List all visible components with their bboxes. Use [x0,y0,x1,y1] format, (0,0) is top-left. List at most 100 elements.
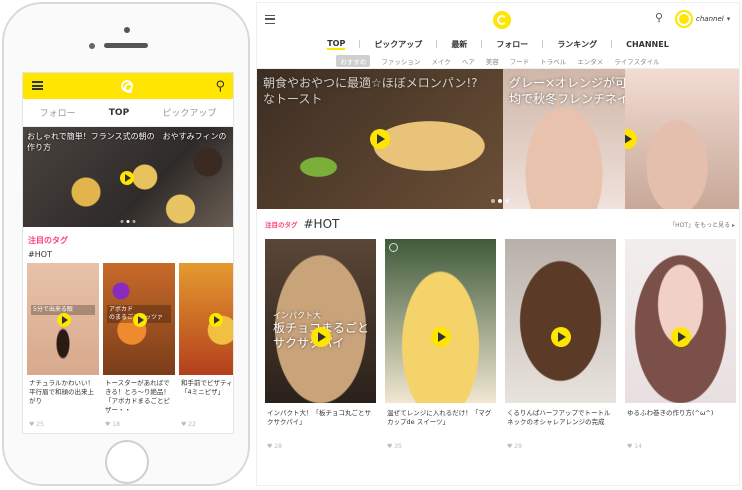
featured-slide[interactable]: 朝食やおやつに最適☆ほぼメロンパン!? なトースト [257,69,503,209]
category-entertainment[interactable]: エンタメ [577,56,603,66]
featured-slide[interactable]: グレー×オレンジが可愛いんです。100 均で秋冬フレンチネイル [503,69,625,209]
dot-active[interactable] [126,220,130,223]
like-number: 29 [514,443,522,450]
see-more-link[interactable]: 「HOT」をもっと見る ▸ [669,220,735,229]
nav-channel[interactable]: CHANNEL [626,40,669,49]
category-food[interactable]: フード [510,56,530,66]
article-card[interactable]: 5分で出来る眼 ナチュラルかわいい！平行眉で和顔の出来上がり ♥ 25 [27,263,99,428]
nav-ranking[interactable]: ランキング [557,39,597,50]
like-count: ♥ 35 [387,443,402,450]
like-number: 35 [394,443,402,450]
article-thumbnail: インパクト大 板チョコまるごと サクサクパイ [265,239,376,403]
dot[interactable] [132,220,136,223]
nav-latest[interactable]: 最新 [451,39,467,50]
avatar [675,10,693,28]
featured-slider: 朝食やおやつに最適☆ほぼメロンパン!? なトースト グレー×オレンジが可愛いんで… [257,69,739,209]
article-thumbnail: アボカド のまるごとピッツァ [103,263,175,375]
app-logo[interactable] [493,11,511,29]
like-number: 14 [634,443,642,450]
hashtag[interactable]: #HOT [304,217,340,231]
dot[interactable] [120,220,124,223]
article-caption: ナチュラルかわいい！平行眉で和顔の出来上がり [29,379,94,405]
featured-slide[interactable] [625,69,739,209]
nav-pickup[interactable]: ピックアップ [374,39,422,50]
menu-icon[interactable] [32,81,43,90]
article-caption: 温ぜてレンジに入れるだけ！「マグカップde スイーツ」 [387,409,492,426]
category-nav: おすすめ ファッション メイク ヘア 美容 フード トラベル エンタメ ライフス… [257,53,739,69]
nav-divider [611,40,613,48]
speaker-grille [104,43,148,48]
category-lifestyle[interactable]: ライフスタイル [614,56,660,66]
play-icon[interactable] [120,171,134,185]
play-icon[interactable] [551,327,571,347]
tab-pickup[interactable]: ピックアップ [162,106,216,119]
article-thumbnail [505,239,616,403]
play-icon[interactable] [431,327,451,347]
like-count: ♥ 14 [627,443,642,450]
account-menu[interactable]: channel ▾ [675,10,730,28]
app-logo[interactable] [119,78,135,94]
category-travel[interactable]: トラベル [540,56,566,66]
play-icon[interactable] [57,313,71,327]
play-icon[interactable] [370,129,390,149]
play-icon[interactable] [133,313,147,327]
main-nav: TOP ピックアップ 最新 フォロー ランキング CHANNEL [257,35,739,53]
like-number: 28 [274,443,282,450]
smartphone-frame: ⚲ フォロー TOP ピックアップ おしゃれで簡単！フランス式の朝の おやすみフ… [2,2,250,486]
dot[interactable] [505,199,509,203]
article-card[interactable]: 和手前でピザティー！「4ミニピザ」 ♥ 22 [179,263,233,428]
hashtag[interactable]: #HOT [23,248,233,263]
like-count: ♥ 18 [105,421,120,428]
sensor-icon [89,43,95,49]
nav-top[interactable]: TOP [327,39,346,50]
article-card[interactable]: インパクト大 板チョコまるごと サクサクパイ インパクト大！「板チョコ丸ごとサク… [265,239,376,450]
article-card[interactable]: くるりんぱハーフアップでトートルネックのオシャレアレンジの完成 ♥ 29 [505,239,616,450]
article-thumbnail [625,239,736,403]
slide-title: 朝食やおやつに最適☆ほぼメロンパン!? なトースト [263,76,478,106]
play-icon[interactable] [671,327,691,347]
hero-slide[interactable]: おしゃれで簡単！フランス式の朝の おやすみフィンの作り方 [23,127,233,227]
like-number: 25 [36,421,44,428]
web-header: ⚲ channel ▾ [257,3,739,35]
card-list: 5分で出来る眼 ナチュラルかわいい！平行眉で和顔の出来上がり ♥ 25 アボカド… [23,263,233,428]
nav-follow[interactable]: フォロー [496,39,528,50]
like-count: ♥ 29 [507,443,522,450]
nav-divider [542,40,544,48]
tab-top[interactable]: TOP [109,108,129,118]
search-icon[interactable]: ⚲ [655,11,663,24]
play-icon[interactable] [209,313,223,327]
tag-heading: 注目のタグ [265,221,298,229]
nav-divider [359,40,361,48]
article-thumbnail: 5分で出来る眼 [27,263,99,375]
phone-screen: ⚲ フォロー TOP ピックアップ おしゃれで簡単！フランス式の朝の おやすみフ… [22,72,234,434]
dot-active[interactable] [498,199,502,203]
like-count: ♥ 28 [267,443,282,450]
home-button[interactable] [105,440,149,484]
dot[interactable] [491,199,495,203]
article-card[interactable]: アボカド のまるごとピッツァ トースターがあればできる！とろ～り絶品！「アボカド… [103,263,175,428]
article-caption: ゆるふわ巻きの作り方(^ω^) [627,409,714,417]
article-thumbnail [179,263,233,375]
menu-icon[interactable] [265,15,275,24]
tag-heading: 注目のタグ [28,236,68,245]
category-recommended[interactable]: おすすめ [336,54,371,67]
play-icon[interactable] [311,327,331,347]
article-card[interactable]: 温ぜてレンジに入れるだけ！「マグカップde スイーツ」 ♥ 35 [385,239,496,450]
tag-section-header: 注目のタグ #HOT 「HOT」をもっと見る ▸ [257,209,739,239]
nav-divider [481,40,483,48]
play-icon[interactable] [625,129,637,149]
card-grid: インパクト大 板チョコまるごと サクサクパイ インパクト大！「板チョコ丸ごとサク… [257,239,739,450]
category-makeup[interactable]: メイク [431,56,450,66]
chevron-down-icon: ▾ [726,15,731,23]
web-page: ⚲ channel ▾ TOP ピックアップ 最新 フォロー ランキング CHA… [256,2,740,486]
category-beauty[interactable]: 美容 [486,56,499,66]
channel-badge-icon [389,243,398,252]
search-icon[interactable]: ⚲ [215,79,225,94]
slider-dots [120,220,136,223]
tab-follow[interactable]: フォロー [40,106,76,119]
category-fashion[interactable]: ファッション [381,56,420,66]
category-hair[interactable]: ヘア [462,56,475,66]
article-card[interactable]: ゆるふわ巻きの作り方(^ω^) ♥ 14 [625,239,736,450]
thumbnail-subtitle: インパクト大 [273,311,321,320]
nav-divider [436,40,438,48]
